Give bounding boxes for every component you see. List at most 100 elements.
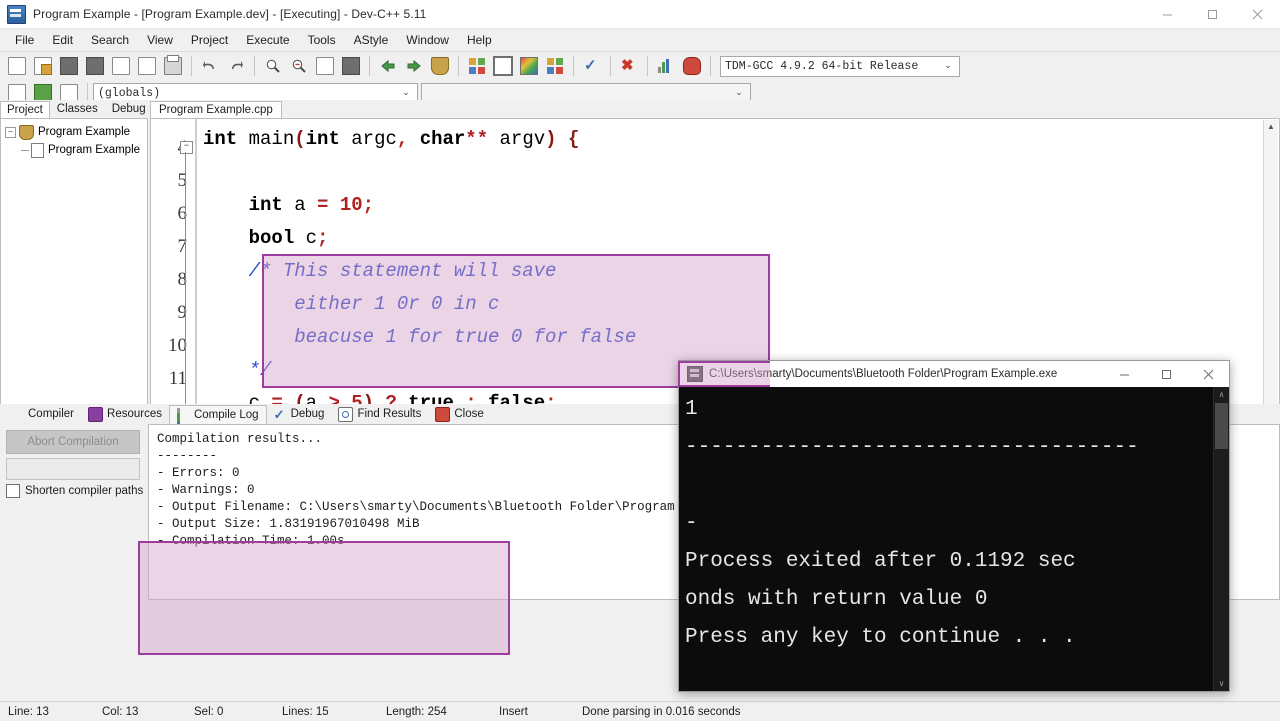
stop-execution-button[interactable]: ✖ xyxy=(617,54,641,78)
tree-root-label: Program Example xyxy=(38,126,131,138)
scroll-up-arrow-icon[interactable]: ▲ xyxy=(1264,120,1278,134)
compile-progress-bar xyxy=(6,458,140,480)
syntax-check-button[interactable]: ✓ xyxy=(580,54,604,78)
save-all-button[interactable] xyxy=(83,54,107,78)
magnifier-icon xyxy=(266,59,280,73)
profile-button[interactable] xyxy=(654,54,678,78)
devcpp-window: Program Example - [Program Example.dev] … xyxy=(0,0,1280,721)
tab-resources[interactable]: Resources xyxy=(81,405,169,424)
open-project-button[interactable] xyxy=(31,54,55,78)
forward-button[interactable] xyxy=(402,54,426,78)
shorten-paths-row[interactable]: Shorten compiler paths xyxy=(6,484,143,498)
toolbar-separator xyxy=(369,56,370,76)
tab-compiler[interactable]: Compiler xyxy=(4,406,81,423)
tab-project[interactable]: Project xyxy=(0,101,50,118)
code-line-8: /* This statement will save xyxy=(248,260,557,282)
menu-help[interactable]: Help xyxy=(458,31,501,49)
menu-edit[interactable]: Edit xyxy=(43,31,82,49)
menu-project[interactable]: Project xyxy=(182,31,237,49)
undo-button[interactable] xyxy=(198,54,222,78)
debug-button[interactable] xyxy=(680,54,704,78)
scope-select-value: (globals) xyxy=(98,86,161,100)
abort-compilation-button[interactable]: Abort Compilation xyxy=(6,430,140,454)
run-button[interactable] xyxy=(491,54,515,78)
rebuild-button[interactable] xyxy=(543,54,567,78)
toolbar-separator xyxy=(647,56,648,76)
replace-button[interactable] xyxy=(287,54,311,78)
menu-view[interactable]: View xyxy=(138,31,182,49)
menu-file[interactable]: File xyxy=(6,31,43,49)
shield-icon xyxy=(431,57,449,75)
scroll-up-arrow-icon[interactable]: ∧ xyxy=(1214,387,1229,402)
maximize-button[interactable] xyxy=(1190,0,1235,28)
back-button[interactable] xyxy=(376,54,400,78)
project-options-button[interactable] xyxy=(428,54,452,78)
source-file-icon xyxy=(31,142,44,158)
close-file-icon xyxy=(112,57,130,75)
status-message: Done parsing in 0.016 seconds xyxy=(582,705,741,718)
tree-node-file[interactable]: Program Example xyxy=(1,141,147,159)
goto-line-icon xyxy=(316,57,334,75)
printer-icon xyxy=(164,55,182,75)
tab-debug[interactable]: ✓ Debug xyxy=(267,406,332,423)
shorten-paths-checkbox[interactable] xyxy=(6,484,20,498)
goto-line-button[interactable] xyxy=(313,54,337,78)
scroll-down-arrow-icon[interactable]: ∨ xyxy=(1214,676,1229,691)
console-maximize-button[interactable] xyxy=(1145,361,1187,387)
arrow-right-icon xyxy=(407,59,421,73)
chevron-down-icon: ⌄ xyxy=(944,61,952,71)
shorten-paths-label: Shorten compiler paths xyxy=(25,485,144,497)
tab-label: Compiler xyxy=(28,408,75,420)
expander-icon[interactable]: − xyxy=(5,126,16,138)
tab-close[interactable]: Close xyxy=(428,405,490,424)
code-line-11: */ xyxy=(248,359,272,381)
editor-tab-file[interactable]: Program Example.cpp xyxy=(150,101,282,118)
status-line: Line: 13 xyxy=(8,705,49,718)
tree-connector xyxy=(21,149,29,151)
compile-button[interactable] xyxy=(465,54,489,78)
close-all-button[interactable] xyxy=(135,54,159,78)
tree-node-root[interactable]: − Program Example xyxy=(1,123,147,141)
console-close-button[interactable] xyxy=(1187,361,1229,387)
close-all-icon xyxy=(138,57,156,75)
main-toolbar: ✓ ✖ TDM-GCC 4.9.2 64-bit Release ⌄ xyxy=(0,52,1280,80)
bookmark-icon xyxy=(342,57,360,75)
toolbar-separator xyxy=(573,56,574,76)
scrollbar-thumb[interactable] xyxy=(1215,403,1228,449)
menu-window[interactable]: Window xyxy=(397,31,458,49)
save-disk-icon xyxy=(60,57,78,75)
toolbar-separator xyxy=(610,56,611,76)
minimize-button[interactable] xyxy=(1145,0,1190,28)
find-button[interactable] xyxy=(261,54,285,78)
toolbar-separator xyxy=(710,56,711,76)
menu-execute[interactable]: Execute xyxy=(237,31,298,49)
status-lines: Lines: 15 xyxy=(282,705,329,718)
redo-button[interactable] xyxy=(224,54,248,78)
code-line-6: int a = 10; xyxy=(248,194,375,216)
tab-find-results[interactable]: Find Results xyxy=(331,405,428,424)
toggle-bookmark-button[interactable] xyxy=(339,54,363,78)
tab-compile-log[interactable]: Compile Log xyxy=(168,405,267,434)
menu-tools[interactable]: Tools xyxy=(299,31,345,49)
tab-debug[interactable]: Debug xyxy=(104,100,153,118)
close-file-button[interactable] xyxy=(109,54,133,78)
code-line-7: bool c; xyxy=(248,227,329,249)
console-minimize-button[interactable] xyxy=(1103,361,1145,387)
console-title-bar: C:\Users\smarty\Documents\Bluetooth Fold… xyxy=(679,361,1229,388)
compile-run-icon xyxy=(520,57,538,75)
close-button[interactable] xyxy=(1235,0,1280,28)
grid-icon xyxy=(11,408,24,421)
save-button[interactable] xyxy=(57,54,81,78)
redo-icon xyxy=(232,61,243,69)
menu-search[interactable]: Search xyxy=(82,31,138,49)
tab-classes[interactable]: Classes xyxy=(49,100,105,118)
new-file-button[interactable] xyxy=(5,54,29,78)
fold-toggle-open[interactable]: − xyxy=(180,141,193,154)
console-output: 1 ------------------------------------ -… xyxy=(679,387,1229,691)
console-window: C:\Users\smarty\Documents\Bluetooth Fold… xyxy=(678,360,1230,692)
compiler-select[interactable]: TDM-GCC 4.9.2 64-bit Release ⌄ xyxy=(720,55,960,77)
console-vscrollbar[interactable]: ∧ ∨ xyxy=(1213,387,1229,691)
menu-astyle[interactable]: AStyle xyxy=(345,31,398,49)
compile-run-button[interactable] xyxy=(517,54,541,78)
print-button[interactable] xyxy=(161,54,185,78)
